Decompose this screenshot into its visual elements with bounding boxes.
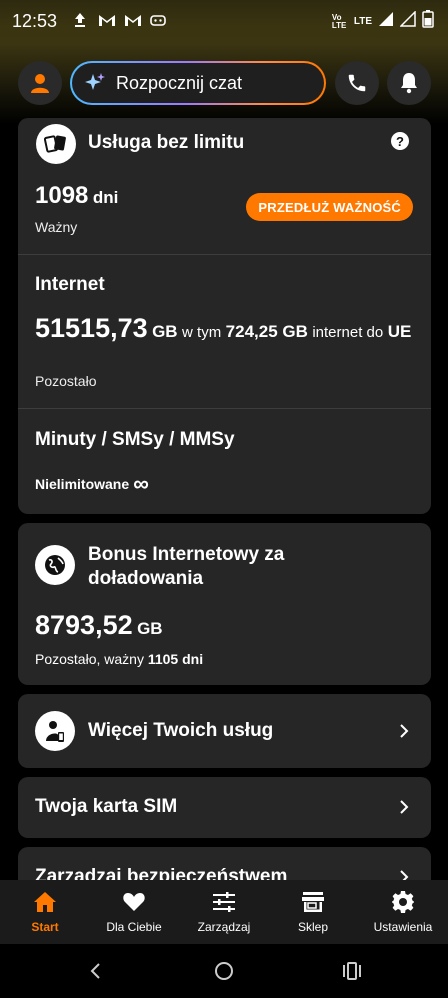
cards-icon	[36, 124, 76, 164]
nav-label: Ustawienia	[373, 920, 433, 934]
avatar-icon	[31, 74, 49, 93]
more-services-label: Więcej Twoich usług	[88, 720, 274, 741]
gmail-icon	[124, 12, 141, 28]
nav-zarzadzaj[interactable]: Zarządzaj	[190, 880, 258, 944]
profile-button[interactable]	[18, 61, 62, 105]
bonus-amount: 8793,52	[35, 610, 133, 640]
bonus-card: Bonus Internetowy za doładowania 8793,52…	[18, 523, 431, 685]
help-icon[interactable]: ?	[391, 132, 409, 150]
upload-icon	[72, 12, 88, 28]
lte-label: LTE	[353, 16, 372, 27]
internet-eu-region: UE	[387, 322, 412, 341]
plan-title: Usługa bez limitu	[88, 132, 245, 153]
validity-days: 1098	[35, 182, 89, 209]
recent-apps-icon[interactable]	[342, 962, 362, 980]
sliders-icon	[213, 892, 235, 912]
sparkle-icon	[85, 73, 105, 90]
internet-title: Internet	[35, 274, 105, 295]
home-icon	[34, 892, 56, 912]
nav-label: Zarządzaj	[197, 920, 251, 934]
more-services-row[interactable]: Więcej Twoich usług	[18, 694, 431, 768]
internet-amount: 51515,73	[35, 313, 148, 343]
bonus-title-line2: doładowania	[88, 568, 204, 589]
bonus-remaining-prefix: Pozostało, ważny	[35, 651, 144, 667]
back-icon[interactable]	[88, 962, 102, 980]
bottom-navigation: Start Dla Ciebie Zarządzaj Sklep Ustawie…	[0, 880, 448, 944]
validity-status: Ważny	[35, 219, 78, 235]
volte-label: Vo LTE	[331, 12, 347, 30]
nav-dla-ciebie[interactable]: Dla Ciebie	[96, 880, 172, 944]
notification-icons	[72, 12, 166, 28]
nav-ustawienia[interactable]: Ustawienia	[366, 880, 440, 944]
app-header: Rozpocznij czat	[0, 44, 448, 124]
nav-label: Dla Ciebie	[106, 920, 162, 934]
bell-icon	[401, 73, 417, 94]
system-navigation-bar	[0, 944, 448, 998]
globe-icon	[35, 545, 75, 585]
minutes-value-text: Nielimitowane	[35, 476, 130, 492]
store-icon	[302, 892, 324, 912]
internet-eu-amount: 724,25 GB	[225, 322, 308, 341]
internet-eu-suffix: internet do	[312, 324, 384, 341]
status-bar: 12:53 Vo LTE LTE	[0, 0, 448, 44]
nav-label: Sklep	[297, 920, 329, 934]
status-right: Vo LTE LTE	[332, 10, 434, 33]
signal-icon	[378, 11, 394, 32]
internet-incl-prefix: w tym	[182, 324, 222, 341]
bonus-title-line1: Bonus Internetowy za	[88, 544, 285, 565]
gear-icon	[392, 891, 414, 913]
phone-icon	[348, 74, 366, 92]
chevron-right-icon	[400, 724, 409, 738]
nav-start[interactable]: Start	[14, 880, 76, 944]
bonus-unit: GB	[137, 619, 163, 638]
gmail-icon	[98, 12, 115, 28]
heart-icon	[123, 893, 145, 911]
nav-label: Start	[31, 920, 59, 934]
divider	[18, 254, 431, 255]
status-time: 12:53	[12, 11, 58, 31]
internet-remaining: Pozostało	[35, 373, 97, 389]
notifications-button[interactable]	[387, 61, 431, 105]
bonus-remaining-days: 1105 dni	[147, 651, 204, 667]
minutes-title: Minuty / SMSy / MMSy	[35, 429, 235, 450]
game-controller-icon	[150, 12, 166, 28]
person-phone-icon	[35, 711, 75, 751]
validity-value: 1098 dni	[35, 182, 118, 210]
sim-card-label: Twoja karta SIM	[35, 796, 178, 817]
extend-validity-button[interactable]: PRZEDŁUŻ WAŻNOŚĆ	[246, 193, 413, 221]
battery-icon	[422, 10, 434, 33]
chat-placeholder: Rozpocznij czat	[116, 72, 243, 93]
bonus-remaining: Pozostało, ważny 1105 dni	[35, 651, 203, 667]
chevron-right-icon	[400, 800, 409, 814]
infinity-icon: ∞	[133, 471, 149, 496]
validity-unit: dni	[92, 188, 119, 207]
nav-sklep[interactable]: Sklep	[282, 880, 344, 944]
minutes-value: Nielimitowane ∞	[35, 471, 149, 496]
sim-card-row[interactable]: Twoja karta SIM	[18, 777, 431, 838]
divider	[18, 408, 431, 409]
call-button[interactable]	[335, 61, 379, 105]
plan-card: Usługa bez limitu ? 1098 dni Ważny PRZED…	[18, 118, 431, 514]
bonus-value: 8793,52 GB	[35, 610, 163, 641]
bonus-title: Bonus Internetowy za doładowania	[88, 543, 284, 591]
internet-unit: GB	[152, 322, 178, 341]
chat-search-bar[interactable]: Rozpocznij czat	[70, 61, 326, 105]
internet-value: 51515,73 GB w tym 724,25 GB internet do …	[35, 313, 415, 345]
home-circle-icon[interactable]	[214, 961, 234, 981]
signal-icon	[399, 10, 416, 32]
